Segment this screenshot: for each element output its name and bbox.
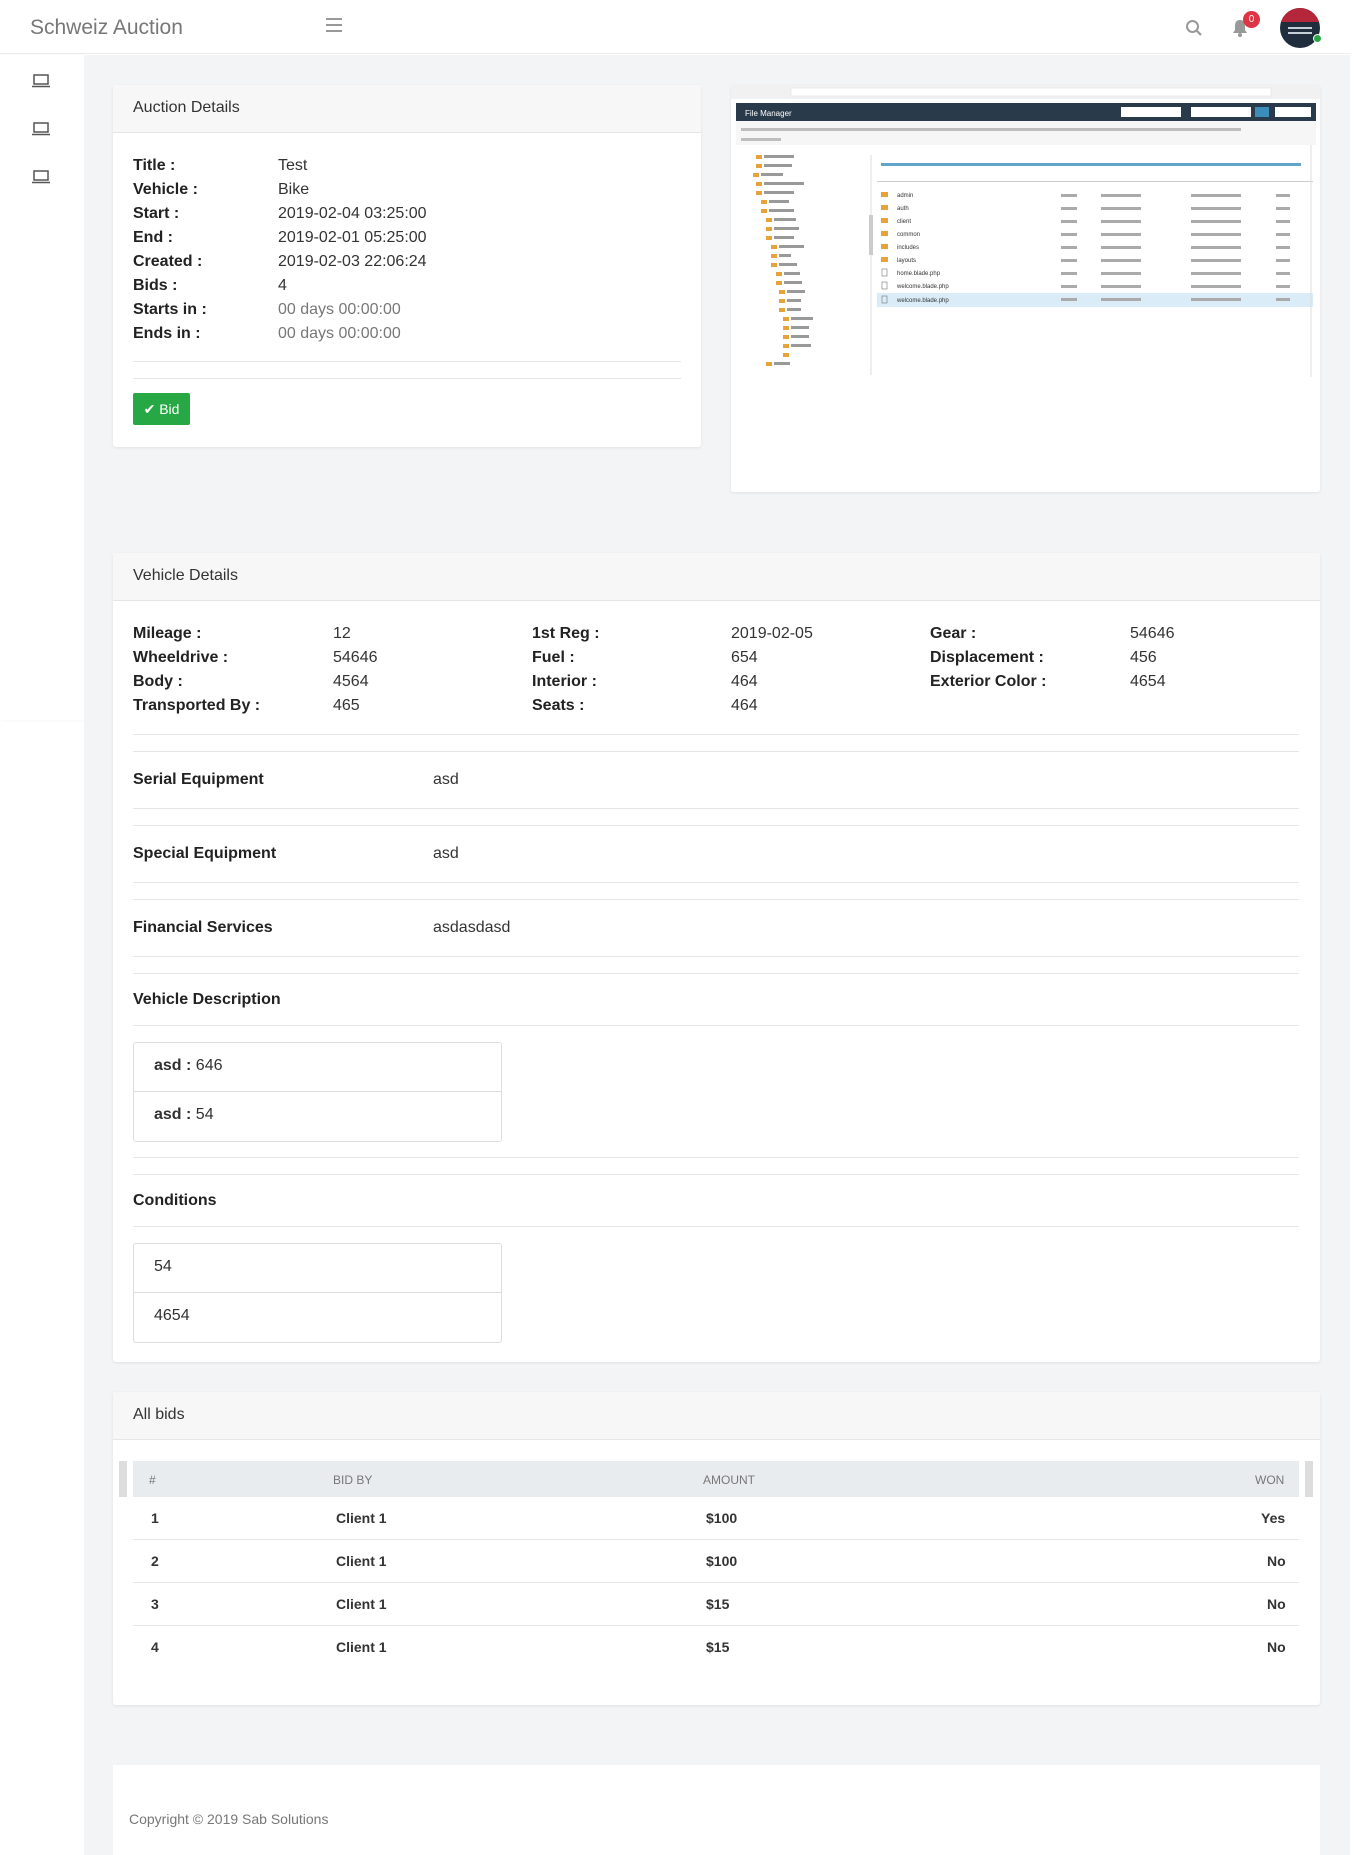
- copyright-text: Copyright © 2019 Sab Solutions: [129, 1811, 329, 1827]
- spec-label: 1st Reg :: [532, 625, 600, 642]
- list-item: asd : 54: [154, 1106, 214, 1123]
- card-header: Vehicle Details: [113, 553, 1320, 601]
- vehicle-description-list: asd : 646 asd : 54: [133, 1042, 502, 1142]
- thumb-file: home.blade.php: [897, 271, 941, 277]
- footer: Copyright © 2019 Sab Solutions: [113, 1765, 1320, 1855]
- thumb-title: File Manager: [745, 109, 792, 118]
- vehicle-details-card: Vehicle Details Mileage : 12 1st Reg : 2…: [113, 553, 1320, 1362]
- spec-label: Fuel :: [532, 649, 575, 666]
- financial-services-label: Financial Services: [133, 919, 273, 936]
- spec-value: 2019-02-05: [731, 625, 813, 642]
- table-scrollbar[interactable]: [119, 1461, 127, 1497]
- spec-value: 464: [731, 697, 758, 714]
- laptop-icon[interactable]: [31, 74, 51, 88]
- column-header: #: [149, 1473, 156, 1487]
- spec-value: 465: [333, 697, 360, 714]
- spec-value: 654: [731, 649, 758, 666]
- all-bids-card: All bids # BID BY AMOUNT WON 1 Client 1 …: [113, 1392, 1320, 1705]
- column-header: AMOUNT: [703, 1473, 755, 1487]
- spec-value: 4564: [333, 673, 369, 690]
- spec-label: Seats :: [532, 697, 585, 714]
- financial-services-value: asdasdasd: [433, 919, 511, 936]
- thumb-folder: admin: [897, 193, 913, 199]
- brand-title[interactable]: Schweiz Auction: [30, 16, 183, 40]
- vehicle-description-label: Vehicle Description: [133, 991, 281, 1008]
- spec-value: 54646: [333, 649, 378, 666]
- list-item: asd : 646: [134, 1043, 501, 1092]
- notification-badge: 0: [1243, 11, 1260, 28]
- thumb-folder: layouts: [897, 258, 916, 264]
- spec-value: 464: [731, 673, 758, 690]
- list-item: 4654: [154, 1307, 190, 1324]
- spec-label: Mileage :: [133, 625, 202, 642]
- card-header: Auction Details: [113, 85, 701, 133]
- thumb-folder: client: [897, 219, 911, 225]
- table-scrollbar[interactable]: [1305, 1461, 1313, 1497]
- table-header: # BID BY AMOUNT WON: [133, 1461, 1299, 1497]
- thumb-file: welcome.blade.php: [896, 298, 949, 304]
- conditions-label: Conditions: [133, 1192, 217, 1209]
- spec-label: Body :: [133, 673, 183, 690]
- spec-label: Wheeldrive :: [133, 649, 229, 666]
- conditions-list: 54 4654: [133, 1243, 502, 1343]
- auction-details-card: Auction Details Title : Test Vehicle : Bik…: [113, 85, 701, 447]
- top-navbar: Schweiz Auction 0: [0, 0, 1350, 54]
- spec-label: Exterior Color :: [930, 673, 1047, 690]
- laptop-icon[interactable]: [31, 170, 51, 184]
- thumb-folder: includes: [897, 245, 919, 251]
- table-row: 4 Client 1 $15 No: [151, 1639, 1286, 1655]
- table-row: 2 Client 1 $100 No: [133, 1540, 1299, 1583]
- spec-value: 12: [333, 625, 351, 642]
- hamburger-menu-icon[interactable]: [326, 18, 342, 34]
- table-row: 3 Client 1 $15 No: [133, 1583, 1299, 1626]
- serial-equipment-label: Serial Equipment: [133, 771, 264, 788]
- list-item: 54: [134, 1244, 501, 1293]
- vehicle-image: File Manager admin auth client common in…: [731, 85, 1320, 492]
- spec-value: 54646: [1130, 625, 1175, 642]
- search-icon[interactable]: [1185, 19, 1203, 37]
- spec-value: 4654: [1130, 673, 1166, 690]
- spec-label: Interior :: [532, 673, 597, 690]
- sidebar: [0, 55, 84, 720]
- thumb-file: welcome.blade.php: [896, 284, 949, 290]
- serial-equipment-value: asd: [433, 771, 459, 788]
- thumb-folder: common: [897, 232, 920, 238]
- spec-label: Displacement :: [930, 649, 1044, 666]
- table-row: 1 Client 1 $100 Yes: [133, 1497, 1299, 1540]
- spec-label: Gear :: [930, 625, 977, 642]
- special-equipment-label: Special Equipment: [133, 845, 277, 862]
- online-status-dot: [1313, 34, 1322, 43]
- card-header: All bids: [113, 1392, 1320, 1440]
- laptop-icon[interactable]: [31, 122, 51, 136]
- bid-button[interactable]: ✔ Bid: [133, 393, 190, 425]
- column-header: WON: [1255, 1473, 1285, 1487]
- thumb-folder: auth: [897, 206, 909, 212]
- column-header: BID BY: [333, 1473, 373, 1487]
- spec-value: 456: [1130, 649, 1157, 666]
- special-equipment-value: asd: [433, 845, 459, 862]
- spec-label: Transported By :: [133, 697, 261, 714]
